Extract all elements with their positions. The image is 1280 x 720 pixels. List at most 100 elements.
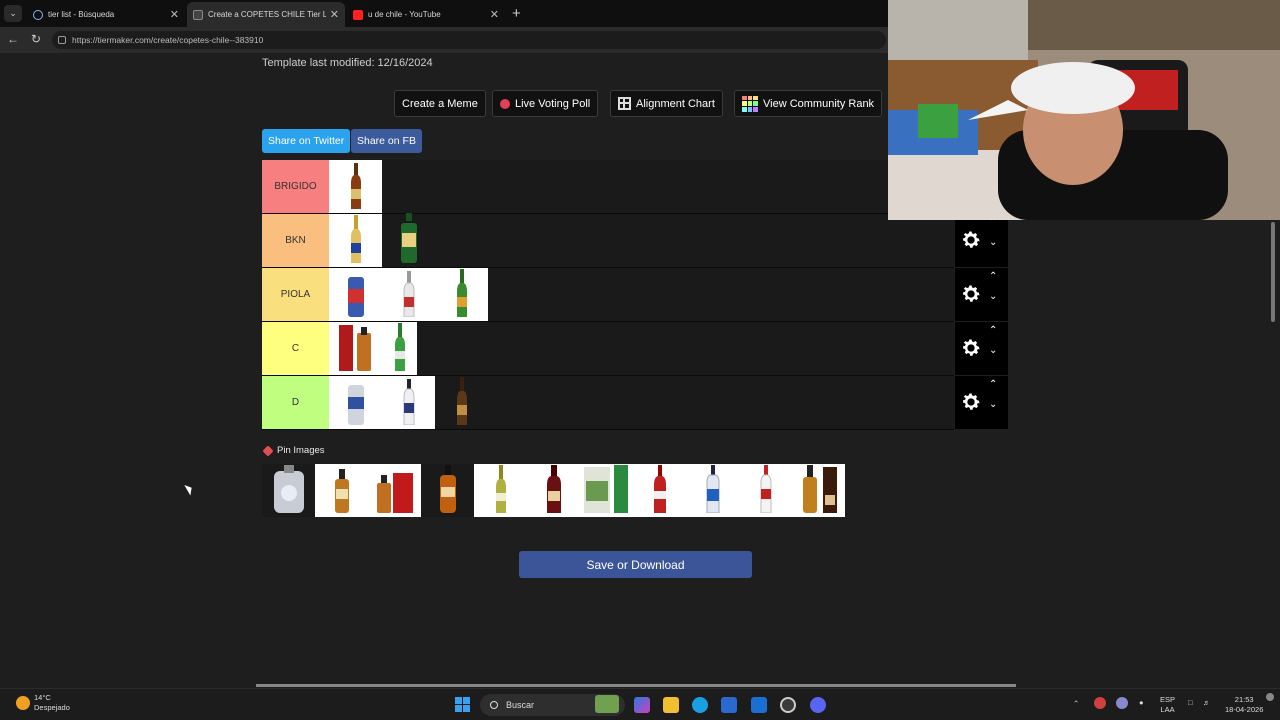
can-item[interactable] [329,376,382,429]
file-explorer-icon[interactable] [663,697,679,713]
bottle-item[interactable] [329,214,382,267]
site-info-icon[interactable] [58,36,66,44]
bottle-item[interactable] [686,464,739,517]
language-indicator[interactable]: ESP LAA [1160,695,1175,715]
tray-app-icon[interactable] [1116,697,1128,709]
tier-row: D [262,376,954,430]
whisky-box-icon [338,325,371,371]
move-up-icon[interactable]: ⌃ [989,380,997,390]
bottle-item[interactable] [633,464,686,517]
discord-icon[interactable] [810,697,826,713]
address-bar: ← ↻ https://tiermaker.com/create/copetes… [0,27,888,53]
button-label: Alignment Chart [636,97,715,110]
move-down-icon[interactable]: ⌄ [989,346,997,356]
weather-widget[interactable]: 14°C Despejado [16,693,70,713]
whisky-item[interactable] [329,322,382,375]
move-up-icon[interactable]: ⌃ [989,326,997,336]
move-up-icon[interactable]: ⌃ [989,272,997,282]
pin-icon [262,444,274,457]
button-label: Share on FB [357,135,416,147]
tier-label[interactable]: D [262,376,329,429]
vertical-scrollbar[interactable] [1268,220,1278,680]
alignment-chart-button[interactable]: Alignment Chart [610,90,723,117]
can-item[interactable] [329,268,382,321]
close-icon[interactable]: ✕ [170,8,179,21]
tab-tiermaker[interactable]: Create a COPETES CHILE Tier List ✕ [187,2,345,27]
bottle-item[interactable] [382,376,435,429]
search-highlight-icon[interactable] [595,695,619,713]
close-icon[interactable]: ✕ [330,8,339,21]
outlook-icon[interactable] [751,697,767,713]
chevron-up-icon[interactable]: ⌃ [1073,699,1079,709]
live-voting-poll-button[interactable]: Live Voting Poll [492,90,599,117]
volume-icon[interactable]: ♬ [1203,698,1211,708]
url-field[interactable]: https://tiermaker.com/create/copetes-chi… [52,31,886,49]
notification-icon[interactable] [1266,693,1274,701]
steam-icon[interactable] [780,697,796,713]
bottle-item[interactable] [421,464,474,517]
webcam-image [888,0,1280,220]
bottle-item[interactable] [435,376,488,429]
button-label: Save or Download [586,557,685,572]
settings-gear-icon[interactable] [960,283,982,305]
tier-label[interactable]: PIOLA [262,268,329,321]
tab-menu-icon[interactable]: ⌄ [4,5,22,22]
bottle-item[interactable] [435,268,488,321]
tier-label[interactable]: BKN [262,214,329,267]
clock[interactable]: 21:53 18-04-2026 [1225,695,1263,715]
settings-gear-icon[interactable] [960,337,982,359]
bottle-item[interactable] [739,464,792,517]
view-community-rank-button[interactable]: View Community Rank [734,90,883,117]
windows-start-icon[interactable] [455,697,470,712]
pin-images-toggle[interactable]: Pin Images [262,444,325,457]
back-icon[interactable]: ← [7,32,19,46]
tier-controls: ⌃ ⌄ [955,376,1008,429]
bottle-item[interactable] [382,268,435,321]
store-icon[interactable] [721,697,737,713]
tier-list: BRIGIDO BKN PIOLA C D [262,160,954,430]
bottle-item[interactable] [382,322,417,375]
unranked-items [262,464,845,518]
bottle-item[interactable] [792,464,845,517]
tray-app-icon[interactable] [1094,697,1106,709]
move-down-icon[interactable]: ⌄ [989,400,997,410]
network-icon[interactable]: □ [1188,698,1193,708]
vodka-bottle-icon [760,465,771,513]
settings-gear-icon[interactable] [960,229,982,251]
button-label: Share on Twitter [268,135,345,147]
bottle-item[interactable] [474,464,527,517]
copilot-icon[interactable] [634,697,650,713]
tier-items [329,376,488,429]
settings-gear-icon[interactable] [960,391,982,413]
microphone-icon[interactable]: ● [1139,698,1144,708]
close-icon[interactable]: ✕ [490,8,499,21]
tier-items [329,213,435,267]
share-twitter-button[interactable]: Share on Twitter [262,129,351,153]
box-wine-icon [583,465,628,513]
share-fb-button[interactable]: Share on FB [351,129,422,153]
new-tab-button[interactable]: + [512,5,521,22]
tier-label[interactable]: BRIGIDO [262,160,329,213]
move-down-icon[interactable]: ⌄ [989,238,997,248]
bottle-item[interactable] [315,464,368,517]
box-wine-item[interactable] [580,464,633,517]
tab-search[interactable]: tier list - Búsqueda ✕ [27,2,185,27]
beer-can-icon [347,385,364,425]
tier-items [329,322,417,375]
bottle-item[interactable] [329,160,382,213]
edge-browser-icon[interactable] [692,697,708,713]
reload-icon[interactable]: ↻ [31,32,41,46]
bottle-item[interactable] [382,213,435,267]
move-down-icon[interactable]: ⌄ [989,292,997,302]
beer-bottle-icon [394,323,405,371]
tier-label[interactable]: C [262,322,329,375]
whisky-item[interactable] [368,464,421,517]
create-meme-button[interactable]: Create a Meme [394,90,486,117]
horizontal-scrollbar[interactable] [256,684,1016,687]
bottle-item[interactable] [262,464,315,517]
save-download-button[interactable]: Save or Download [519,551,752,578]
tab-youtube[interactable]: u de chile - YouTube ✕ [347,2,505,27]
scroll-thumb[interactable] [1271,222,1275,322]
tier-controls: ⌃ ⌄ [955,322,1008,375]
bottle-item[interactable] [527,464,580,517]
